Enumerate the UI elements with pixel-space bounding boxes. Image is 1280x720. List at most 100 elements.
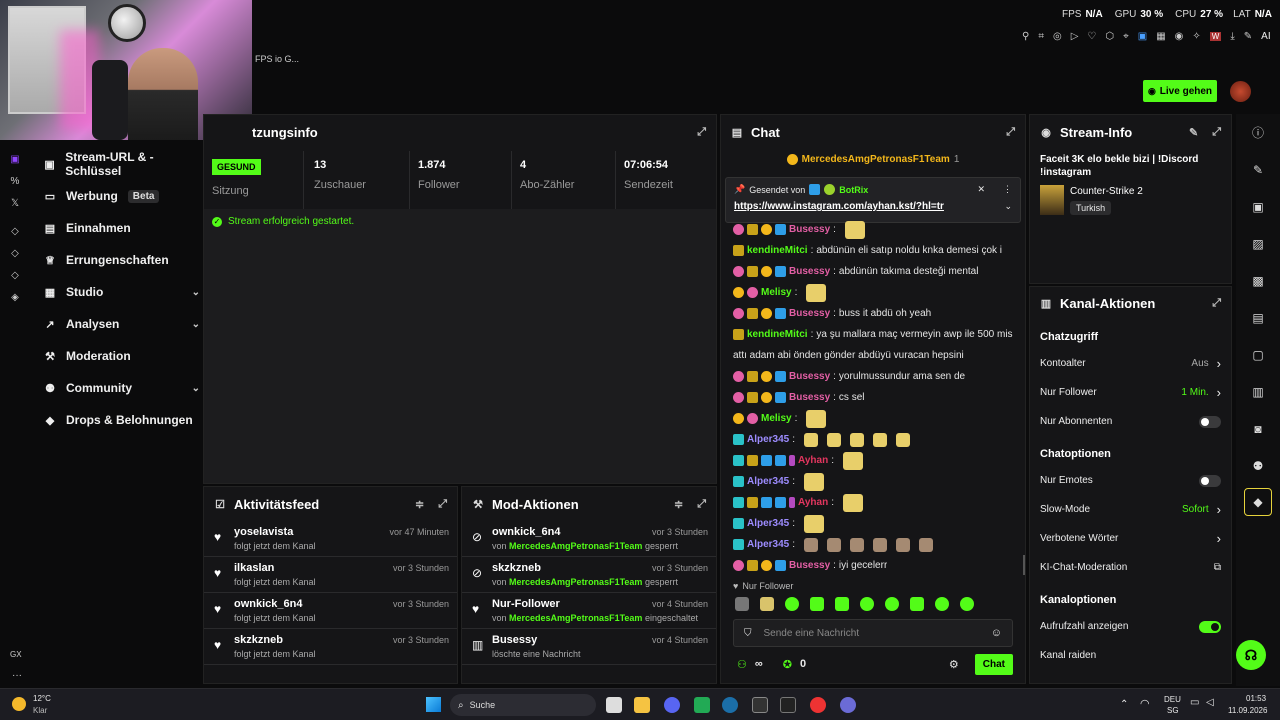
mod-item[interactable]: ⊘ skzkzneb von MercedesAmgPetronasF1Team g… (462, 557, 716, 593)
chat-username[interactable]: kendineMitci (747, 324, 808, 345)
option-row[interactable]: Nur Abonnenten (1030, 407, 1231, 436)
ext-circle-icon[interactable]: ◉ (1175, 31, 1184, 42)
cube-icon[interactable]: ⬡ (1105, 31, 1114, 42)
ext-grid-icon[interactable]: ▦ (1156, 31, 1165, 42)
chat-message[interactable]: Alper345: (721, 513, 1025, 534)
chat-username[interactable]: Alper345 (747, 513, 789, 534)
emote[interactable] (804, 432, 819, 447)
emote[interactable] (842, 493, 863, 512)
edit-icon[interactable]: ✎ (1244, 31, 1252, 42)
emote[interactable] (804, 514, 825, 533)
tool-icon[interactable]: ⌖ (1123, 31, 1129, 42)
chevron-up-icon[interactable]: ⌃ (1120, 699, 1128, 710)
emote[interactable] (910, 597, 924, 611)
emote[interactable] (760, 597, 774, 611)
chat-username[interactable]: Busessy (789, 261, 830, 282)
chat-username[interactable]: Alper345 (747, 429, 789, 450)
mod-actor[interactable]: MercedesAmgPetronasF1Team (509, 541, 642, 551)
app-icon[interactable] (840, 697, 856, 713)
unpin-icon[interactable]: ✕ (977, 184, 985, 195)
feed-item[interactable]: ♥ yoselavista folgt jetzt dem Kanal vor 47 … (204, 521, 457, 557)
chat-icon[interactable]: ▤ (1236, 299, 1280, 336)
lang-code[interactable]: DEU (1164, 695, 1181, 704)
feed-item[interactable]: ♥ ownkick_6n4 folgt jetzt dem Kanal vor 3 S… (204, 593, 457, 629)
emote[interactable] (806, 283, 827, 302)
edit-icon[interactable]: ✎ (1189, 126, 1198, 139)
chat-message[interactable]: attı adam abi önden gönder abdüyü vuraca… (721, 345, 1025, 366)
emote[interactable] (960, 597, 974, 611)
emoji-icon[interactable]: ☺ (991, 627, 1002, 639)
chat-username[interactable]: Alper345 (747, 471, 789, 492)
emote[interactable] (873, 537, 888, 552)
emote[interactable] (827, 432, 842, 447)
chat-top-user[interactable]: MercedesAmgPetronasF1Team 1 (721, 149, 1025, 169)
diamond-icon[interactable]: ◈ (0, 286, 30, 308)
option-row[interactable]: KI-Chat-Moderation ⧉ (1030, 553, 1231, 582)
expand-icon[interactable]: ⤢ (1212, 126, 1221, 139)
chevron-down-icon[interactable]: ⌄ (192, 287, 200, 298)
chat-username[interactable]: Busessy (789, 366, 830, 387)
task-view-icon[interactable] (606, 697, 622, 713)
chat-message[interactable]: Alper345: (721, 471, 1025, 492)
more-icon[interactable]: ··· (12, 670, 22, 681)
feed-item[interactable]: ♥ skzkzneb folgt jetzt dem Kanal vor 3 Stun… (204, 629, 457, 665)
option-row[interactable]: Nur Emotes (1030, 466, 1231, 495)
chat-message[interactable]: Alper345: (721, 534, 1025, 555)
percent-icon[interactable]: % (0, 170, 30, 192)
sidebar-item[interactable]: ▤ Einnahmen (38, 212, 200, 244)
emote[interactable] (842, 451, 863, 470)
play-icon[interactable]: ▷ (1071, 31, 1079, 42)
option-row[interactable]: Kontoalter Aus › (1030, 349, 1231, 378)
chat-message[interactable]: Melisy: (721, 408, 1025, 429)
chat-message[interactable]: Melisy: (721, 282, 1025, 303)
filter-icon[interactable]: ≑ (674, 498, 683, 511)
chat-message[interactable]: Busessy: yorulmussundur ama sen de (721, 366, 1025, 387)
app-icon[interactable] (694, 697, 710, 713)
chevron-down-icon[interactable]: ⌄ (192, 383, 200, 394)
explorer-icon[interactable] (634, 697, 650, 713)
emote[interactable] (810, 597, 824, 611)
chat-username[interactable]: Melisy (761, 408, 792, 429)
chart-icon[interactable]: ▨ (1236, 225, 1280, 262)
emote[interactable] (844, 220, 865, 239)
weather-icon[interactable] (12, 697, 26, 711)
clock-time[interactable]: 01:53 (1246, 694, 1266, 703)
chat-scrollbar[interactable] (1023, 555, 1025, 575)
chat-username[interactable]: Busessy (789, 219, 830, 240)
twitch-icon[interactable]: ▣ (0, 148, 30, 170)
chat-message[interactable]: Ayhan: (721, 450, 1025, 471)
expand-icon[interactable]: ⤢ (438, 498, 447, 511)
chat-username[interactable]: kendineMitci (747, 240, 808, 261)
chat-username[interactable]: Ayhan (798, 450, 828, 471)
chat-message[interactable]: Busessy: cs sel (721, 387, 1025, 408)
tab-fragment[interactable]: FPS io G... (255, 54, 299, 64)
chat-message[interactable]: kendineMitci: abdünün eli satıp noldu knk… (721, 240, 1025, 261)
emote[interactable] (735, 597, 749, 611)
sidebar-item[interactable]: ♕ Errungenschaften (38, 244, 200, 276)
go-live-button[interactable]: ◉ Live gehen (1143, 80, 1217, 102)
option-row[interactable]: Slow-Mode Sofort › (1030, 495, 1231, 524)
emote[interactable] (919, 537, 934, 552)
media-icon[interactable]: ▣ (1236, 188, 1280, 225)
emote[interactable] (835, 597, 849, 611)
chat-input[interactable]: ⛉ Sende eine Nachricht ☺ (733, 619, 1013, 647)
pinned-message[interactable]: 📌 Gesendet von BotRix ✕ ⋮ https://www.in… (725, 177, 1021, 223)
mod-actor[interactable]: MercedesAmgPetronasF1Team (509, 613, 642, 623)
start-icon[interactable] (426, 697, 441, 712)
chat-username[interactable]: Ayhan (798, 492, 828, 513)
chat-username[interactable]: Busessy (789, 303, 830, 324)
chevron-right-icon[interactable]: › (1217, 385, 1221, 400)
profile-avatar[interactable] (1230, 81, 1251, 102)
chat-message[interactable]: kendineMitci: ya şu mallara maç vermeyin … (721, 324, 1025, 345)
users-icon[interactable]: ▩ (1236, 262, 1280, 299)
option-row[interactable]: Kanal raiden (1030, 641, 1231, 670)
chat-username[interactable]: Busessy (789, 555, 830, 575)
emote[interactable] (935, 597, 949, 611)
mod-item[interactable]: ▥ Busessy löschte eine Nachricht vor 4 Stun… (462, 629, 716, 665)
filter-icon[interactable]: ≑ (415, 498, 424, 511)
volume-icon[interactable]: ◁ (1206, 697, 1214, 708)
pinned-link[interactable]: https://www.instagram.com/ayhan.kst/?hl=… (734, 201, 944, 212)
expand-icon[interactable]: ⤢ (1212, 297, 1221, 310)
chat-username[interactable]: Alper345 (747, 534, 789, 555)
heart-icon[interactable]: ♡ (1087, 31, 1096, 42)
